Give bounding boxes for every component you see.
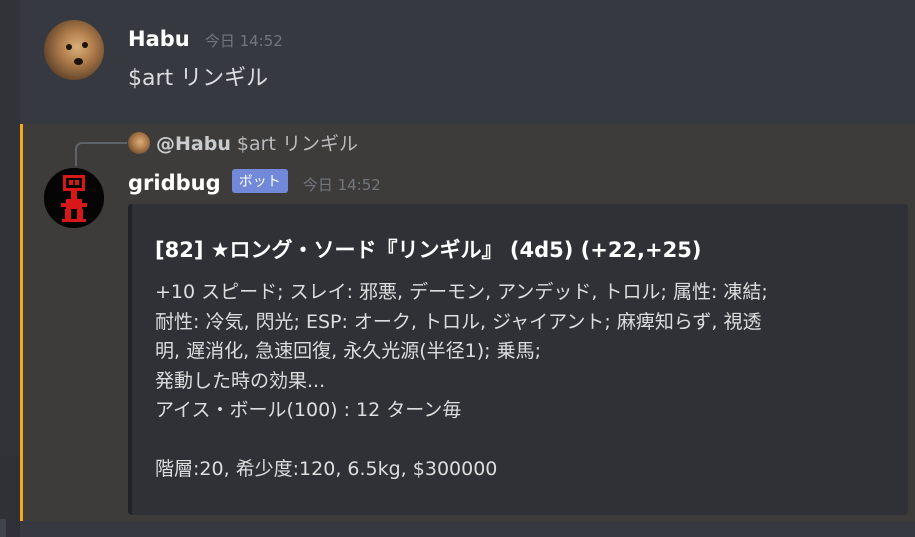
avatar[interactable] [44,168,104,228]
scrollbar-notch[interactable] [0,519,6,537]
reply-reference[interactable]: @Habu $art リンギル [128,129,358,156]
reply-content[interactable]: $art リンギル [237,133,358,155]
reply-connector [75,142,127,166]
embed-border [128,204,132,515]
username[interactable]: Habu [128,27,190,51]
gridbug-icon [44,168,104,228]
username[interactable]: gridbug [128,171,221,195]
timestamp[interactable]: 今日 14:52 [303,176,381,194]
bot-message: @Habu $art リンギル gridbug ボット 今日 14:52 [82… [20,124,915,521]
embed-line: +10 スピード; スレイ: 邪悪, デーモン, アンデッド, トロル; 属性:… [155,281,768,303]
embed-line: 発動した時の効果... [155,369,326,392]
embed-line: 明, 遅消化, 急速回復, 永久光源(半径1); 乗馬; [155,340,541,362]
embed-title: [82] ★ロング・ソード『リンギル』 (4d5) (+22,+25) [155,238,702,262]
dog-nose [74,58,83,65]
message-content: $art リンギル [128,66,269,91]
bot-badge: ボット [231,169,288,193]
embed-line [155,426,895,456]
embed-line: 階層:20, 希少度:120, 6.5kg, $300000 [155,458,498,480]
mention-bar [20,124,23,521]
embed-description: +10 スピード; スレイ: 邪悪, デーモン, アンデッド, トロル; 属性:… [155,278,895,485]
embed-line: 耐性: 冷気, 閃光; ESP: オーク, トロル, ジャイアント; 麻痺知らず… [155,310,762,333]
message-header: Habu 今日 14:52 [128,27,283,51]
timestamp[interactable]: 今日 14:52 [205,32,283,50]
reply-avatar [128,132,150,154]
avatar[interactable] [44,20,104,80]
embed: [82] ★ロング・ソード『リンギル』 (4d5) (+22,+25) +10 … [128,204,908,515]
dog-eye [66,44,72,50]
dog-eye [82,42,88,48]
reply-username[interactable]: @Habu [156,133,231,155]
embed-line: アイス・ボール(100) : 12 ターン毎 [155,399,462,421]
message-header: gridbug ボット 今日 14:52 [128,169,381,195]
